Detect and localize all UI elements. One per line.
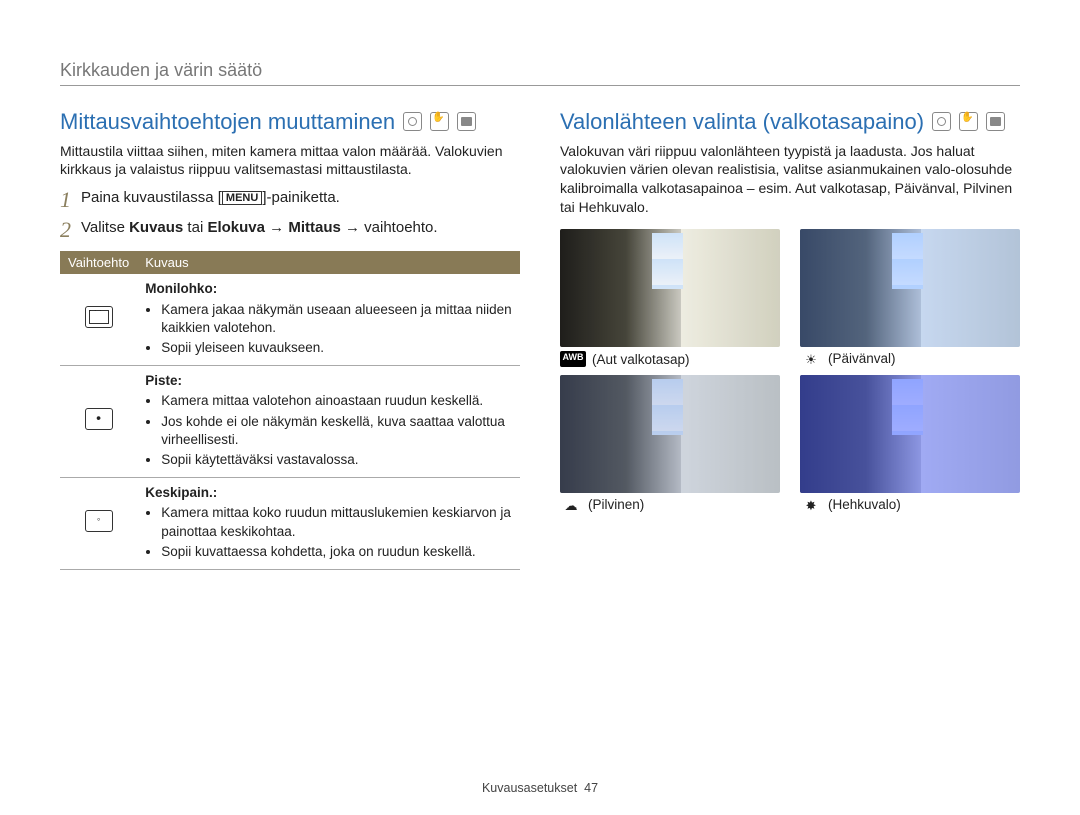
multi-metering-icon — [85, 306, 113, 328]
wb-label-daylight: (Päivänval) — [828, 351, 896, 366]
table-row: Keskipain.: Kamera mittaa koko ruudun mi… — [60, 478, 520, 570]
heading-wb: Valonlähteen valinta (valkotasapaino) — [560, 108, 1020, 136]
step-1-number: 1 — [60, 189, 71, 211]
th-desc: Kuvaus — [137, 251, 520, 274]
opt-title-2: Keskipain.: — [145, 485, 217, 500]
footer-label: Kuvausasetukset — [482, 781, 577, 795]
opt-1-b0: Kamera mittaa valotehon ainoastaan ruudu… — [161, 392, 512, 410]
opt-1-b1: Jos kohde ei ole näkymän keskellä, kuva … — [161, 413, 512, 449]
center-metering-icon — [85, 510, 113, 532]
opt-title-0: Monilohko: — [145, 281, 217, 296]
page-number: 47 — [584, 781, 598, 795]
opt-2-b0: Kamera mittaa koko ruudun mittauslukemie… — [161, 504, 512, 540]
s2c: tai — [183, 219, 207, 236]
s2d: Elokuva — [207, 219, 265, 236]
mode-video-icon — [457, 112, 476, 131]
right-column: Valonlähteen valinta (valkotasapaino) Va… — [560, 108, 1020, 570]
mode-camera-icon — [403, 112, 422, 131]
s2e: → — [265, 219, 288, 236]
s2b: Kuvaus — [129, 219, 183, 236]
wb-item-daylight: ☀ (Päivänval) — [800, 229, 1020, 367]
mode-scene-icon — [959, 112, 978, 131]
metering-table: Vaihtoehto Kuvaus Monilohko: Kamera jaka… — [60, 251, 520, 570]
table-row: Piste: Kamera mittaa valotehon ainoastaa… — [60, 366, 520, 478]
spot-metering-icon — [85, 408, 113, 430]
wb-grid: AWB (Aut valkotasap) ☀ (Päivänval) — [560, 229, 1020, 512]
wb-item-tungsten: ✸ (Hehkuvalo) — [800, 375, 1020, 512]
bulb-icon: ✸ — [800, 498, 822, 512]
heading-metering: Mittausvaihtoehtojen muuttaminen — [60, 108, 520, 136]
wb-thumb-tungsten — [800, 375, 1020, 493]
opt-0-b1: Sopii yleiseen kuvaukseen. — [161, 339, 512, 357]
wb-label-auto: (Aut valkotasap) — [592, 352, 690, 367]
opt-0-b0: Kamera jakaa näkymän useaan alueeseen ja… — [161, 301, 512, 337]
wb-item-cloudy: ☁ (Pilvinen) — [560, 375, 780, 512]
s2f: Mittaus — [288, 219, 341, 236]
footer: Kuvausasetukset 47 — [0, 781, 1080, 795]
step-2-text: Valitse Kuvaus tai Elokuva → Mittaus → v… — [81, 219, 438, 241]
left-column: Mittausvaihtoehtojen muuttaminen Mittaus… — [60, 108, 520, 570]
opt-title-1: Piste: — [145, 373, 182, 388]
s2g: → vaihtoehto. — [341, 219, 438, 236]
wb-item-auto: AWB (Aut valkotasap) — [560, 229, 780, 367]
table-row: Monilohko: Kamera jakaa näkymän useaan a… — [60, 274, 520, 365]
step-2-number: 2 — [60, 219, 71, 241]
opt-2-b1: Sopii kuvattaessa kohdetta, joka on ruud… — [161, 543, 512, 561]
mode-video-icon — [986, 112, 1005, 131]
step-1: 1 Paina kuvaustilassa [MENU]-painiketta. — [60, 189, 520, 211]
opt-1-b2: Sopii käytettäväksi vastavalossa. — [161, 451, 512, 469]
breadcrumb: Kirkkauden ja värin säätö — [60, 60, 1020, 86]
step-2: 2 Valitse Kuvaus tai Elokuva → Mittaus →… — [60, 219, 520, 241]
wb-label-tungsten: (Hehkuvalo) — [828, 497, 901, 512]
step-1-text: Paina kuvaustilassa [MENU]-painiketta. — [81, 189, 340, 211]
s2a: Valitse — [81, 219, 129, 236]
menu-key: MENU — [222, 191, 262, 205]
wb-thumb-auto — [560, 229, 780, 347]
wb-thumb-daylight — [800, 229, 1020, 347]
step-1-pre: Paina kuvaustilassa [ — [81, 189, 222, 206]
wb-thumb-cloudy — [560, 375, 780, 493]
cloud-icon: ☁ — [560, 498, 582, 512]
sun-icon: ☀ — [800, 352, 822, 366]
mode-camera-icon — [932, 112, 951, 131]
intro-metering: Mittaustila viittaa siihen, miten kamera… — [60, 142, 520, 180]
mode-scene-icon — [430, 112, 449, 131]
awb-icon: AWB — [560, 351, 586, 367]
step-1-post: ]-painiketta. — [262, 189, 340, 206]
th-option: Vaihtoehto — [60, 251, 137, 274]
heading-metering-text: Mittausvaihtoehtojen muuttaminen — [60, 109, 395, 134]
heading-wb-text: Valonlähteen valinta (valkotasapaino) — [560, 109, 924, 134]
intro-wb: Valokuvan väri riippuu valonlähteen tyyp… — [560, 142, 1020, 218]
wb-label-cloudy: (Pilvinen) — [588, 497, 644, 512]
